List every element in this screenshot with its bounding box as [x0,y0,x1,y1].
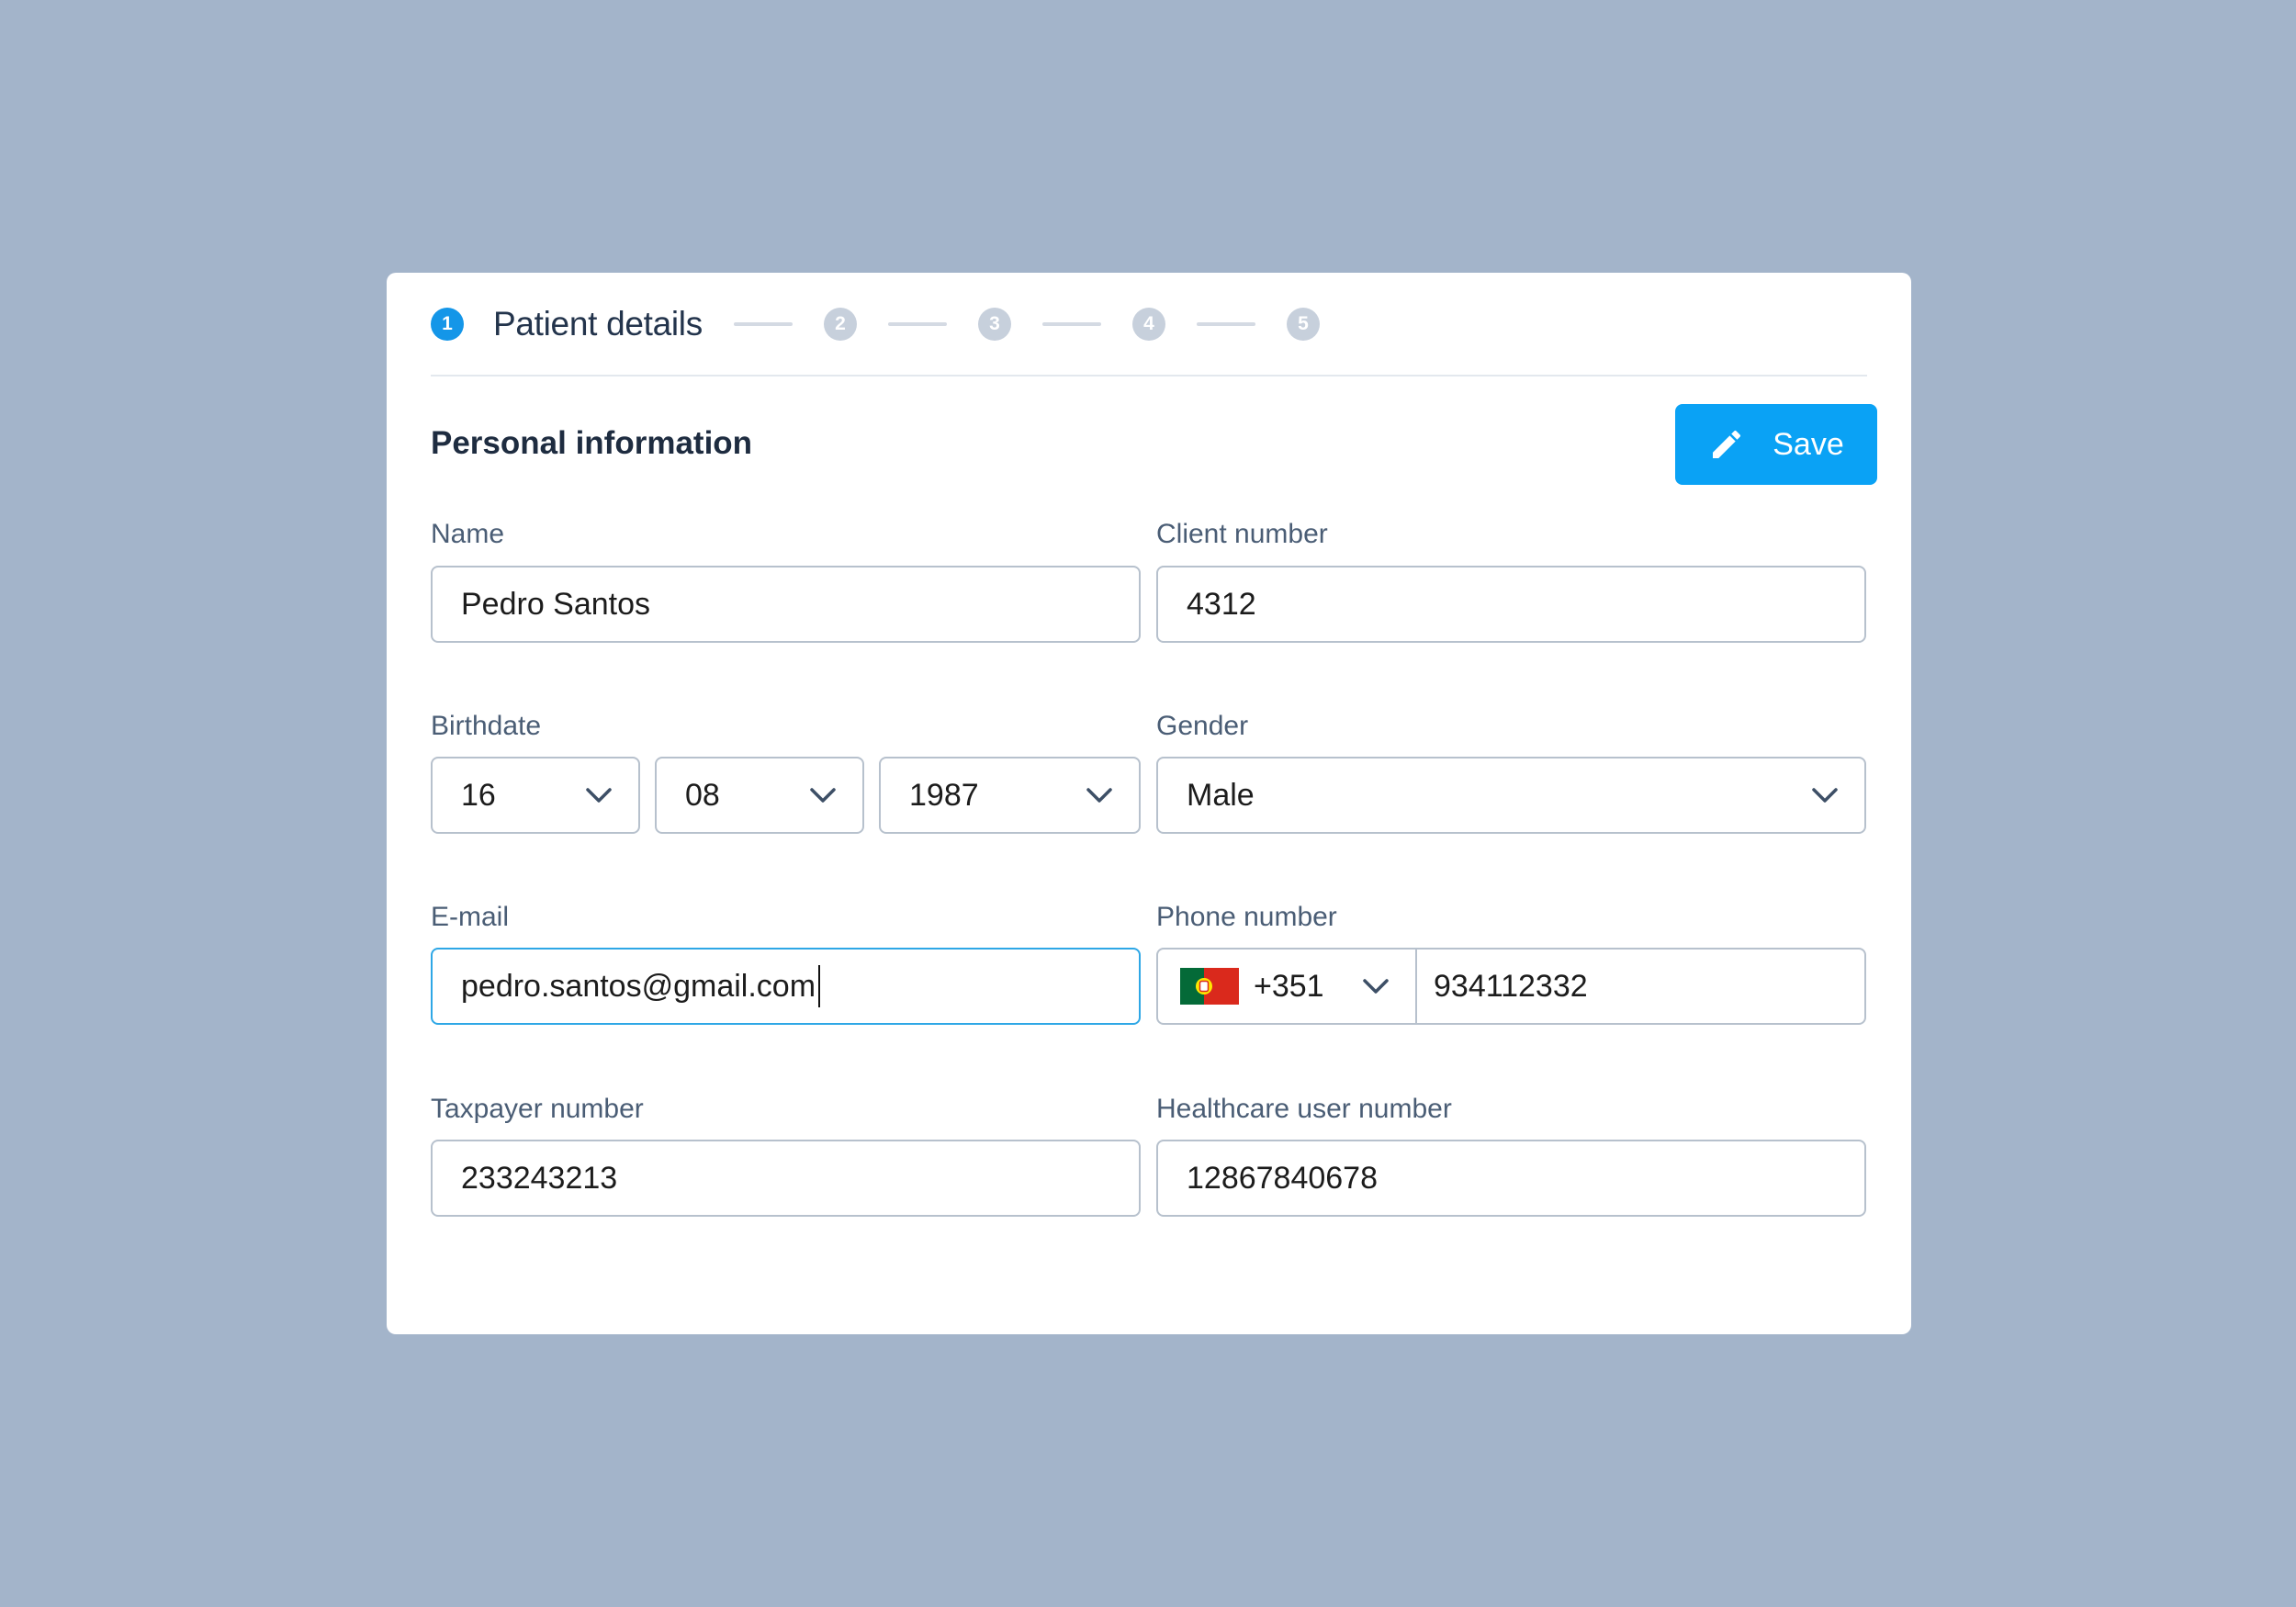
country-code-value: +351 [1254,968,1324,1004]
taxpayer-value: 233243213 [461,1160,618,1196]
chevron-down-icon [1811,786,1839,804]
email-input[interactable]: pedro.santos@gmail.com [431,948,1141,1025]
save-button[interactable]: Save [1675,404,1877,485]
step-2-indicator[interactable]: 2 [823,308,857,341]
portugal-flag-icon [1180,968,1239,1005]
birth-month-value: 08 [685,777,720,813]
client-number-input[interactable]: 4312 [1156,566,1866,643]
country-code-select[interactable]: +351 [1158,950,1417,1023]
client-number-value: 4312 [1187,586,1256,622]
save-button-label: Save [1773,426,1844,462]
phone-label: Phone number [1156,902,1337,932]
taxpayer-input[interactable]: 233243213 [431,1140,1141,1217]
name-value: Pedro Santos [461,586,651,622]
healthcare-label: Healthcare user number [1156,1094,1452,1124]
step-connector [1196,322,1255,326]
chevron-down-icon [1362,977,1390,995]
client-number-label: Client number [1156,519,1328,549]
email-value: pedro.santos@gmail.com [461,968,816,1004]
text-cursor [818,965,821,1007]
step-connector [733,322,793,326]
step-4-indicator[interactable]: 4 [1131,308,1165,341]
birthdate-label: Birthdate [431,711,542,741]
phone-number-value: 934112332 [1434,968,1588,1004]
chevron-down-icon [1086,786,1113,804]
phone-number-input[interactable]: 934112332 [1434,950,1588,1023]
healthcare-input[interactable]: 12867840678 [1156,1140,1866,1217]
gender-value: Male [1187,777,1255,813]
step-connector [1041,322,1101,326]
healthcare-value: 12867840678 [1187,1160,1379,1196]
phone-input-group: +351 934112332 [1156,948,1866,1025]
birth-month-select[interactable]: 08 [655,757,864,834]
section-title: Personal information [431,425,753,461]
taxpayer-label: Taxpayer number [431,1094,644,1124]
step-3-indicator[interactable]: 3 [977,308,1011,341]
stepper: 1 Patient details 2 3 4 5 [431,305,1320,343]
name-label: Name [431,519,505,549]
header-divider [431,375,1867,376]
chevron-down-icon [809,786,837,804]
gender-label: Gender [1156,711,1249,741]
gender-select[interactable]: Male [1156,757,1866,834]
birth-year-select[interactable]: 1987 [879,757,1141,834]
step-1-indicator[interactable]: 1 [431,308,464,341]
patient-form-card: 1 Patient details 2 3 4 5 Personal infor… [387,273,1911,1334]
name-input[interactable]: Pedro Santos [431,566,1141,643]
birth-day-select[interactable]: 16 [431,757,640,834]
email-label: E-mail [431,902,510,932]
step-title: Patient details [493,305,703,343]
birth-day-value: 16 [461,777,496,813]
pencil-icon [1708,426,1745,463]
birth-year-value: 1987 [909,777,979,813]
step-5-indicator[interactable]: 5 [1286,308,1320,341]
chevron-down-icon [585,786,613,804]
step-connector [887,322,947,326]
